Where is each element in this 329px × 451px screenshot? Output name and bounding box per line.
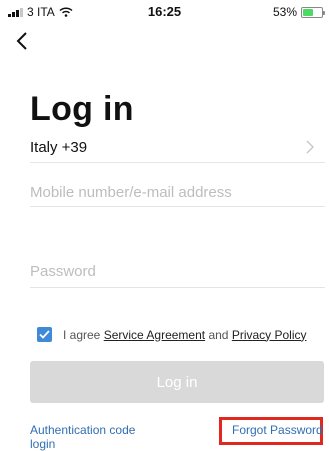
agree-conjunction: and	[208, 327, 229, 342]
password-input[interactable]	[30, 259, 325, 283]
privacy-policy-link[interactable]: Privacy Policy	[232, 328, 307, 342]
agree-checkbox[interactable]	[37, 327, 52, 342]
status-right: 53%	[272, 5, 325, 19]
mobile-field-wrapper	[30, 180, 325, 207]
page-title: Log in	[30, 90, 134, 128]
agreement-row: I agree Service Agreement and Privacy Po…	[37, 327, 307, 342]
country-value: Italy +39	[30, 138, 88, 156]
chevron-right-icon	[306, 140, 314, 154]
country-selector[interactable]: Italy +39	[30, 132, 325, 163]
battery-level	[303, 8, 313, 16]
battery-percent: 53%	[272, 5, 297, 19]
auth-code-login-link[interactable]: Authentication code login	[30, 423, 140, 451]
mobile-email-input[interactable]	[30, 180, 325, 204]
battery-icon	[301, 6, 325, 18]
agree-text: I agree	[63, 327, 101, 342]
chevron-left-icon[interactable]	[12, 30, 34, 52]
forgot-password-link[interactable]: Forgot Password	[232, 423, 323, 437]
status-bar: 3 ITA 16:25 53%	[0, 0, 329, 22]
login-button[interactable]: Log in	[30, 361, 324, 403]
service-agreement-link[interactable]: Service Agreement	[104, 328, 205, 342]
password-field-wrapper	[30, 259, 325, 288]
checkmark-icon	[39, 330, 50, 339]
